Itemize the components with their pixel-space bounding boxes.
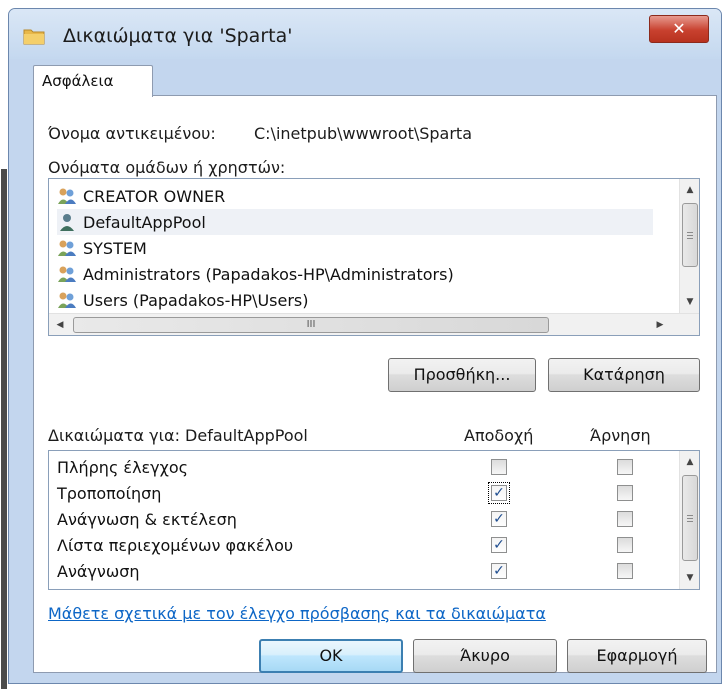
- groups-hscrollbar[interactable]: ◀ III ▶: [49, 313, 699, 335]
- deny-checkbox[interactable]: [617, 563, 633, 579]
- list-item-label: DefaultAppPool: [83, 212, 206, 232]
- deny-header: Άρνηση: [590, 426, 651, 445]
- list-item[interactable]: CREATOR OWNER: [57, 183, 653, 209]
- hscroll-thumb[interactable]: III: [73, 317, 549, 333]
- deny-checkbox[interactable]: [617, 511, 633, 527]
- folder-icon: [23, 29, 45, 45]
- list-item[interactable]: Administrators (Papadakos-HP\Administrat…: [57, 261, 653, 287]
- security-panel: Όνομα αντικειμένου: C:\inetpub\wwwroot\S…: [33, 95, 717, 673]
- scroll-up-icon[interactable]: ▲: [680, 179, 699, 201]
- list-item[interactable]: DefaultAppPool: [57, 209, 653, 235]
- allow-header: Αποδοχή: [464, 426, 534, 445]
- permission-row: Λίστα περιεχομένων φακέλου: [57, 533, 293, 557]
- add-button[interactable]: Προσθήκη...: [388, 358, 536, 392]
- tab-security[interactable]: Ασφάλεια: [33, 65, 153, 97]
- apply-button[interactable]: Εφαρμογή: [567, 639, 707, 673]
- allow-checkbox[interactable]: ✓: [491, 537, 507, 553]
- permission-label: Λίστα περιεχομένων φακέλου: [57, 535, 294, 555]
- groups-list[interactable]: CREATOR OWNER DefaultAppPool SYSTEM Admi…: [48, 178, 700, 336]
- learn-more-link[interactable]: Μάθετε σχετικά με τον έλεγχο πρόσβασης κ…: [48, 604, 546, 623]
- allow-checkbox[interactable]: [491, 459, 507, 475]
- title-bar[interactable]: Δικαιώματα για 'Sparta' ✕: [9, 9, 721, 59]
- allow-checkbox[interactable]: ✓: [491, 563, 507, 579]
- deny-checkbox[interactable]: [617, 459, 633, 475]
- permission-row: Πλήρης έλεγχος: [57, 455, 188, 479]
- object-name-label: Όνομα αντικειμένου:: [48, 124, 216, 143]
- permission-row: Τροποποίηση: [57, 481, 161, 505]
- scroll-up-icon[interactable]: ▲: [680, 451, 699, 473]
- permissions-dialog: Δικαιώματα για 'Sparta' ✕ Ασφάλεια Όνομα…: [1, 8, 722, 689]
- left-edge: [1, 169, 7, 689]
- window-title: Δικαιώματα για 'Sparta': [63, 25, 293, 47]
- permission-label: Ανάγνωση: [57, 561, 140, 581]
- permission-label: Τροποποίηση: [57, 483, 162, 503]
- list-item[interactable]: SYSTEM: [57, 235, 653, 261]
- groups-label: Ονόματα ομάδων ή χρηστών:: [48, 158, 286, 177]
- groups-vscrollbar[interactable]: ▲ ▼: [679, 179, 699, 313]
- scroll-down-icon[interactable]: ▼: [680, 567, 699, 589]
- permissions-list: Πλήρης έλεγχος Τροποποίηση Ανάγνωση & εκ…: [48, 450, 700, 590]
- permissions-label: Δικαιώματα για: DefaultAppPool: [48, 426, 308, 445]
- ok-button[interactable]: OK: [259, 639, 403, 673]
- cancel-button[interactable]: Άκυρο: [413, 639, 557, 673]
- list-item-label: Administrators (Papadakos-HP\Administrat…: [83, 264, 454, 284]
- scroll-down-icon[interactable]: ▼: [680, 291, 699, 313]
- group-icon: [58, 266, 76, 282]
- background-strip: [0, 0, 722, 8]
- close-button[interactable]: ✕: [649, 15, 709, 43]
- scroll-right-icon[interactable]: ▶: [649, 314, 671, 335]
- allow-checkbox[interactable]: ✓: [491, 511, 507, 527]
- list-item-label: CREATOR OWNER: [83, 186, 226, 206]
- scroll-thumb[interactable]: [682, 203, 698, 267]
- list-item[interactable]: Users (Papadakos-HP\Users): [57, 287, 653, 313]
- group-icon: [58, 240, 76, 256]
- user-icon: [60, 214, 74, 231]
- object-name-value: C:\inetpub\wwwroot\Sparta: [254, 124, 472, 143]
- permission-row: Ανάγνωση & εκτέλεση: [57, 507, 237, 531]
- list-item-label: Users (Papadakos-HP\Users): [83, 290, 309, 310]
- scroll-left-icon[interactable]: ◀: [49, 314, 71, 335]
- deny-checkbox[interactable]: [617, 485, 633, 501]
- permission-label: Πλήρης έλεγχος: [57, 457, 189, 477]
- list-item-label: SYSTEM: [83, 238, 147, 258]
- scroll-thumb[interactable]: [682, 475, 698, 561]
- deny-checkbox[interactable]: [617, 537, 633, 553]
- remove-button[interactable]: Κατάρηση: [548, 358, 700, 392]
- group-icon: [58, 292, 76, 308]
- allow-checkbox[interactable]: ✓: [488, 482, 510, 504]
- permissions-vscrollbar[interactable]: ▲ ▼: [679, 451, 699, 589]
- permission-label: Ανάγνωση & εκτέλεση: [57, 509, 237, 529]
- group-icon: [58, 188, 76, 204]
- permission-row: Ανάγνωση: [57, 559, 140, 583]
